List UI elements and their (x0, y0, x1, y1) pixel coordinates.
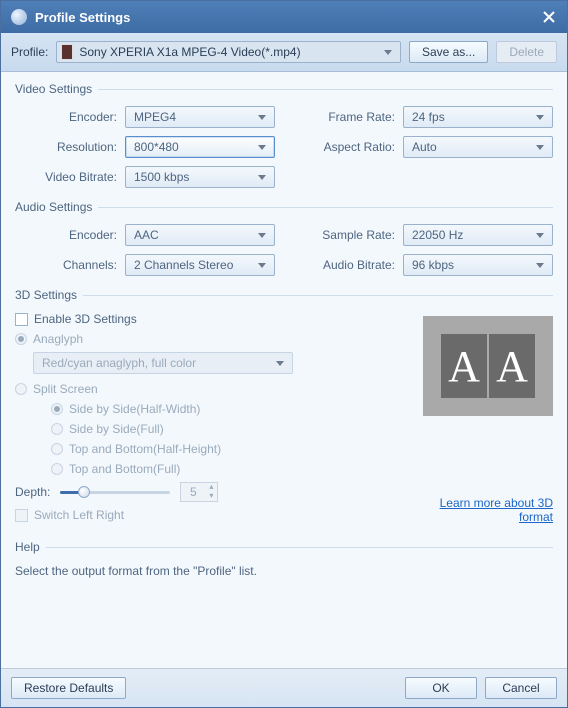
ok-button[interactable]: OK (405, 677, 477, 699)
profile-bar: Profile: Sony XPERIA X1a MPEG-4 Video(*.… (1, 33, 567, 72)
frame-rate-dropdown[interactable]: 24 fps (403, 106, 553, 128)
sbs-half-radio (51, 403, 63, 415)
chevron-down-icon (536, 263, 544, 268)
frame-rate-label: Frame Rate: (293, 110, 403, 124)
anaglyph-label: Anaglyph (33, 332, 83, 346)
depth-spinner: 5 ▴▾ (180, 482, 218, 502)
split-screen-radio (15, 383, 27, 395)
three-d-preview: A A (423, 316, 553, 416)
tb-half-radio (51, 443, 63, 455)
chevron-down-icon (258, 175, 266, 180)
channels-label: Channels: (15, 258, 125, 272)
close-button[interactable] (537, 5, 561, 29)
chevron-down-icon (258, 233, 266, 238)
chevron-down-icon (536, 145, 544, 150)
video-bitrate-dropdown[interactable]: 1500 kbps (125, 166, 275, 188)
enable-3d-label: Enable 3D Settings (34, 312, 137, 326)
switch-left-right-checkbox (15, 509, 28, 522)
footer: Restore Defaults OK Cancel (1, 668, 567, 707)
profile-selected-text: Sony XPERIA X1a MPEG-4 Video(*.mp4) (79, 45, 378, 59)
tb-full-radio (51, 463, 63, 475)
titlebar: Profile Settings (1, 1, 567, 33)
resolution-dropdown[interactable]: 800*480 (125, 136, 275, 158)
cancel-button[interactable]: Cancel (485, 677, 557, 699)
divider (46, 547, 553, 548)
anaglyph-type-dropdown: Red/cyan anaglyph, full color (33, 352, 293, 374)
chevron-down-icon (384, 50, 392, 55)
divider (98, 89, 553, 90)
device-icon (61, 44, 73, 60)
preview-letter-right: A (489, 334, 535, 398)
video-settings-title: Video Settings (15, 82, 92, 96)
audio-encoder-dropdown[interactable]: AAC (125, 224, 275, 246)
profile-dropdown[interactable]: Sony XPERIA X1a MPEG-4 Video(*.mp4) (56, 41, 401, 63)
depth-slider[interactable] (60, 484, 170, 500)
preview-letter-left: A (441, 334, 487, 398)
switch-left-right-label: Switch Left Right (34, 508, 124, 522)
help-group: Help Select the output format from the "… (15, 540, 553, 578)
restore-defaults-button[interactable]: Restore Defaults (11, 677, 126, 699)
spinner-down-icon: ▾ (205, 492, 217, 501)
video-settings-group: Video Settings Encoder: MPEG4 Frame Rate… (15, 82, 553, 188)
divider (98, 207, 553, 208)
help-title: Help (15, 540, 40, 554)
chevron-down-icon (258, 115, 266, 120)
audio-bitrate-dropdown[interactable]: 96 kbps (403, 254, 553, 276)
chevron-down-icon (536, 115, 544, 120)
chevron-down-icon (276, 361, 284, 366)
tb-full-label: Top and Bottom(Full) (69, 462, 180, 476)
close-icon (543, 11, 555, 23)
chevron-down-icon (536, 233, 544, 238)
sbs-half-label: Side by Side(Half-Width) (69, 402, 200, 416)
audio-bitrate-label: Audio Bitrate: (293, 258, 403, 272)
chevron-down-icon (258, 263, 266, 268)
sbs-full-label: Side by Side(Full) (69, 422, 164, 436)
three-d-settings-group: 3D Settings Enable 3D Settings Anaglyph … (15, 288, 553, 528)
split-screen-label: Split Screen (33, 382, 98, 396)
sbs-full-radio (51, 423, 63, 435)
sample-rate-label: Sample Rate: (293, 228, 403, 242)
channels-dropdown[interactable]: 2 Channels Stereo (125, 254, 275, 276)
aspect-ratio-dropdown[interactable]: Auto (403, 136, 553, 158)
profile-label: Profile: (11, 45, 48, 59)
profile-settings-window: Profile Settings Profile: Sony XPERIA X1… (0, 0, 568, 708)
video-bitrate-label: Video Bitrate: (15, 170, 125, 184)
video-encoder-label: Encoder: (15, 110, 125, 124)
tb-half-label: Top and Bottom(Half-Height) (69, 442, 221, 456)
delete-button: Delete (496, 41, 557, 63)
window-title: Profile Settings (35, 10, 537, 25)
sample-rate-dropdown[interactable]: 22050 Hz (403, 224, 553, 246)
audio-encoder-label: Encoder: (15, 228, 125, 242)
save-as-button[interactable]: Save as... (409, 41, 488, 63)
help-text: Select the output format from the "Profi… (15, 564, 553, 578)
three-d-settings-title: 3D Settings (15, 288, 77, 302)
audio-settings-title: Audio Settings (15, 200, 92, 214)
depth-label: Depth: (15, 485, 50, 499)
enable-3d-checkbox[interactable] (15, 313, 28, 326)
divider (83, 295, 553, 296)
slider-thumb[interactable] (78, 486, 90, 498)
learn-more-link[interactable]: Learn more about 3D format (423, 496, 553, 524)
depth-value: 5 (181, 485, 205, 499)
anaglyph-radio (15, 333, 27, 345)
main-panel: Video Settings Encoder: MPEG4 Frame Rate… (1, 72, 567, 668)
audio-settings-group: Audio Settings Encoder: AAC Sample Rate:… (15, 200, 553, 276)
chevron-down-icon (258, 145, 266, 150)
app-icon (11, 9, 27, 25)
video-encoder-dropdown[interactable]: MPEG4 (125, 106, 275, 128)
aspect-ratio-label: Aspect Ratio: (293, 140, 403, 154)
resolution-label: Resolution: (15, 140, 125, 154)
